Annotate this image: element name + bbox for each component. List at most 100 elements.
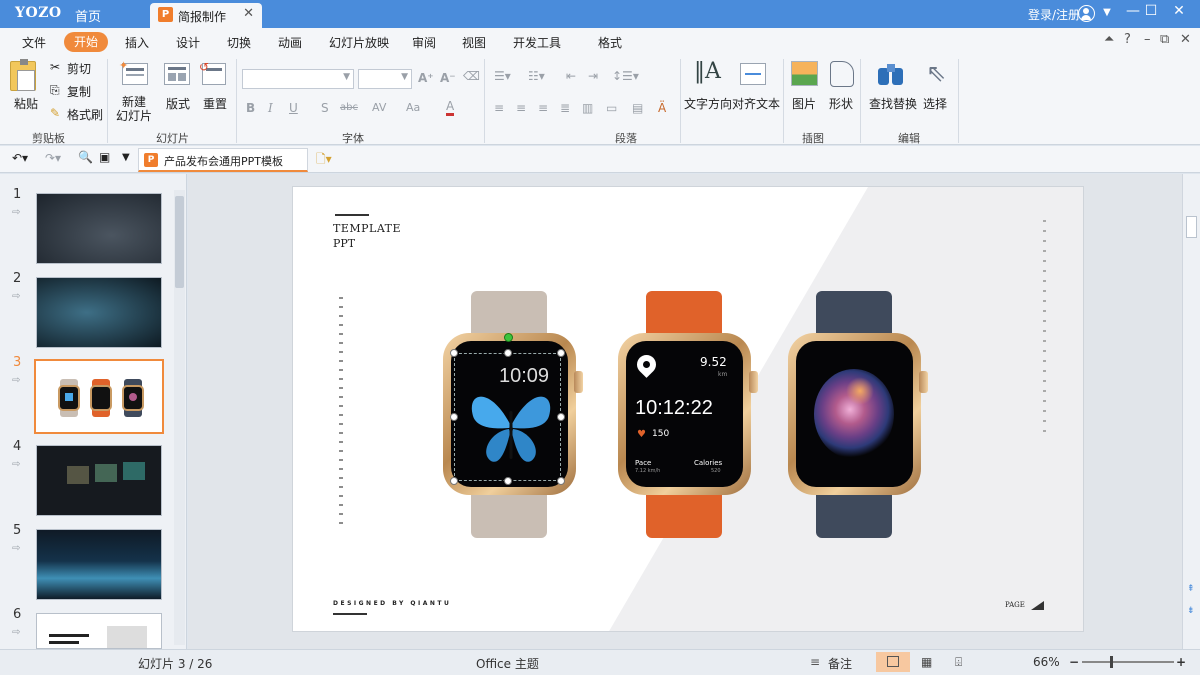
- close-tab-icon[interactable]: ✕: [243, 6, 254, 21]
- copy-button[interactable]: 复制: [67, 83, 91, 100]
- align-right-icon[interactable]: ≡: [538, 101, 548, 115]
- help-icon[interactable]: ?: [1124, 32, 1131, 47]
- text-direction-icon[interactable]: ‖A: [694, 59, 721, 84]
- shrink-font-button[interactable]: A⁻: [440, 71, 456, 85]
- scrollbar-thumb[interactable]: [1186, 216, 1197, 238]
- increase-indent-icon[interactable]: ⇥: [588, 69, 598, 83]
- doc-minimize-icon[interactable]: –: [1144, 32, 1151, 47]
- slide-thumbnail-6[interactable]: [36, 613, 162, 649]
- align-left-icon[interactable]: ≡: [494, 101, 504, 115]
- numbering-icon[interactable]: ☷▾: [528, 69, 545, 83]
- grow-font-button[interactable]: A⁺: [418, 71, 434, 85]
- menu-format[interactable]: 格式: [598, 34, 622, 51]
- zoom-slider-thumb[interactable]: [1110, 656, 1113, 668]
- collapse-ribbon-icon[interactable]: ⏶: [1104, 32, 1114, 47]
- layout-button[interactable]: 版式: [166, 95, 190, 112]
- menu-insert[interactable]: 插入: [125, 34, 149, 51]
- resize-handle[interactable]: [504, 477, 512, 485]
- change-case-button[interactable]: Aa: [406, 101, 420, 114]
- shadow-button[interactable]: S: [321, 101, 329, 115]
- undo-icon[interactable]: ↶▾: [12, 151, 28, 165]
- doc-restore-icon[interactable]: ⧉: [1160, 32, 1169, 47]
- resize-handle[interactable]: [450, 413, 458, 421]
- next-slide-icon[interactable]: ⇟: [1187, 606, 1195, 616]
- bullets-icon[interactable]: ☰▾: [494, 69, 511, 83]
- menu-transitions[interactable]: 切换: [227, 34, 251, 51]
- font-size-select[interactable]: ▼: [358, 69, 412, 89]
- login-link[interactable]: 登录/注册: [1028, 6, 1080, 23]
- text-direction-button[interactable]: 文字方向: [684, 95, 732, 112]
- reset-button[interactable]: 重置: [203, 95, 227, 112]
- justify-icon[interactable]: ≣: [560, 101, 570, 115]
- slide-thumbnail-5[interactable]: [36, 529, 162, 600]
- reset-icon[interactable]: ↺: [199, 60, 226, 85]
- columns-icon[interactable]: ▭: [606, 101, 617, 115]
- sorter-view-icon[interactable]: ▦: [921, 655, 932, 669]
- zoom-out-button[interactable]: −: [1069, 655, 1079, 669]
- align-text-icon[interactable]: [740, 63, 766, 85]
- underline-button[interactable]: U: [289, 101, 298, 115]
- zoom-in-button[interactable]: +: [1176, 655, 1186, 669]
- strikethrough-button[interactable]: abc: [340, 102, 358, 113]
- zoom-level[interactable]: 66%: [1033, 655, 1060, 669]
- resize-handle[interactable]: [450, 349, 458, 357]
- resize-handle[interactable]: [557, 477, 565, 485]
- text-box-icon[interactable]: ▤: [632, 101, 643, 115]
- char-spacing-button[interactable]: AV: [372, 101, 386, 114]
- menu-animations[interactable]: 动画: [278, 34, 302, 51]
- prev-slide-icon[interactable]: ⇞: [1187, 584, 1195, 595]
- menu-design[interactable]: 设计: [176, 34, 200, 51]
- watch-navy[interactable]: [788, 291, 928, 541]
- binoculars-icon[interactable]: [878, 62, 904, 86]
- copy-icon[interactable]: ⎘: [50, 83, 60, 98]
- clear-format-icon[interactable]: ⌫: [463, 69, 480, 83]
- align-text-button[interactable]: 对齐文本: [732, 95, 780, 112]
- maximize-button[interactable]: ☐: [1140, 3, 1162, 19]
- canvas-scrollbar[interactable]: ⇞ ⇟: [1182, 174, 1200, 649]
- layout-icon[interactable]: [164, 63, 190, 85]
- shape-icon[interactable]: [830, 61, 854, 87]
- font-name-select[interactable]: ▼: [242, 69, 354, 89]
- normal-view-button[interactable]: [876, 652, 910, 672]
- menu-view[interactable]: 视图: [462, 34, 486, 51]
- resize-handle[interactable]: [557, 413, 565, 421]
- format-painter-icon[interactable]: ✎: [50, 106, 60, 120]
- redo-icon[interactable]: ↷▾: [45, 151, 61, 165]
- new-document-icon[interactable]: 🗋▾: [316, 150, 332, 171]
- notes-icon[interactable]: ≡: [810, 655, 820, 669]
- rotate-handle[interactable]: [504, 333, 513, 342]
- resize-handle[interactable]: [557, 349, 565, 357]
- line-spacing-icon[interactable]: ↕☰▾: [612, 69, 639, 83]
- zoom-slider[interactable]: [1082, 656, 1174, 668]
- text-effect-icon[interactable]: Ä: [658, 101, 666, 115]
- doc-close-icon[interactable]: ✕: [1180, 32, 1191, 47]
- slide-thumbnail-2[interactable]: [36, 277, 162, 348]
- paste-icon[interactable]: [10, 59, 36, 91]
- picture-icon[interactable]: [791, 61, 818, 86]
- watch-orange[interactable]: 9.52 km 10:12:22 ♥ 150 Pace 7.12 km/h Ca…: [618, 291, 758, 541]
- paste-button[interactable]: 粘贴: [14, 95, 38, 112]
- menu-developer[interactable]: 开发工具: [513, 34, 561, 51]
- cut-icon[interactable]: ✂: [50, 60, 60, 74]
- decrease-indent-icon[interactable]: ⇤: [566, 69, 576, 83]
- new-slide-icon[interactable]: ✦: [119, 59, 148, 85]
- new-slide-button[interactable]: 新建 幻灯片: [116, 95, 152, 123]
- menu-home[interactable]: 开始: [64, 32, 108, 52]
- slide-thumbnail-3[interactable]: [34, 359, 164, 434]
- title-dropdown-icon[interactable]: ▼: [1096, 7, 1118, 18]
- thumbnail-scrollbar[interactable]: [174, 190, 185, 645]
- menu-slideshow[interactable]: 幻灯片放映: [329, 34, 389, 51]
- format-painter-button[interactable]: 格式刷: [67, 106, 103, 123]
- cut-button[interactable]: 剪切: [67, 60, 91, 77]
- distribute-icon[interactable]: ▥: [582, 101, 593, 115]
- user-avatar-icon[interactable]: [1078, 5, 1095, 22]
- cursor-select-icon[interactable]: ⇖: [926, 59, 946, 87]
- close-window-button[interactable]: ✕: [1168, 3, 1190, 19]
- print-preview-icon[interactable]: 🔍: [78, 150, 93, 164]
- slideshow-view-icon[interactable]: ⌹: [955, 655, 962, 670]
- customize-dropdown-icon[interactable]: ▼: [122, 152, 130, 163]
- menu-review[interactable]: 审阅: [412, 34, 436, 51]
- italic-button[interactable]: I: [268, 101, 273, 115]
- save-icon[interactable]: ▣: [99, 150, 110, 164]
- slide-thumbnail-4[interactable]: [36, 445, 162, 516]
